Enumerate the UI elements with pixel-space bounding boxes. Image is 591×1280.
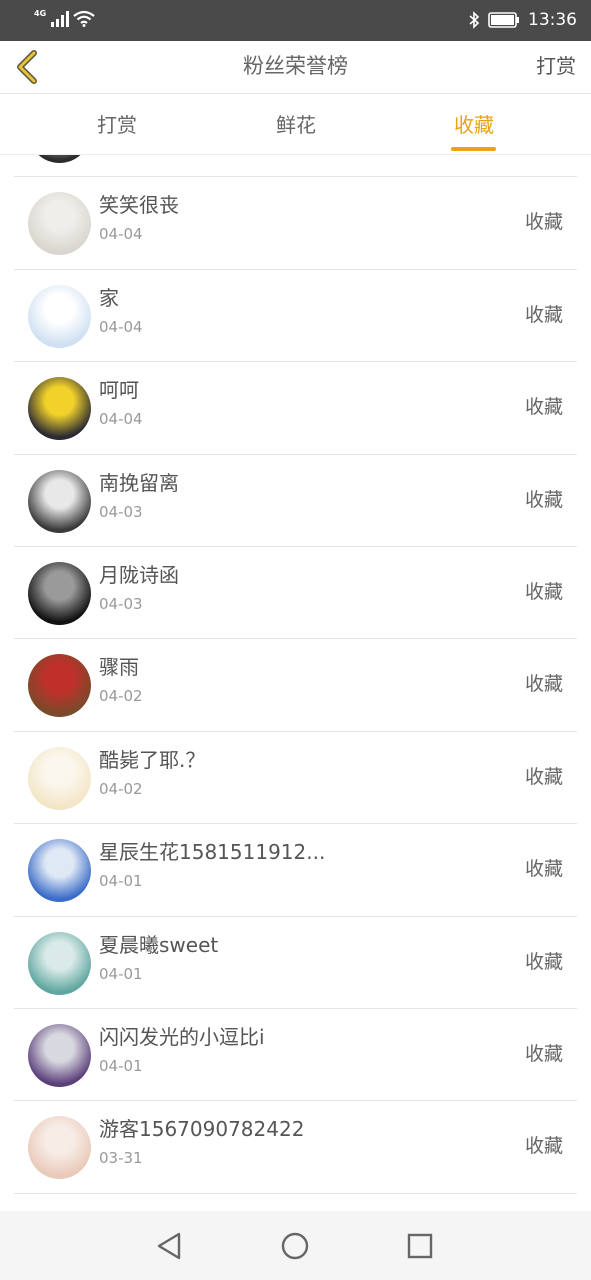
avatar[interactable] (28, 1116, 91, 1180)
fan-date: 04-01 (99, 964, 143, 983)
active-tab-indicator (451, 147, 496, 151)
fan-date: 04-02 (99, 779, 143, 798)
fan-row[interactable]: 呵呵 04-04 收藏 (14, 362, 577, 455)
title-bar: 粉丝荣誉榜 打赏 (0, 41, 591, 94)
fan-action-label: 收藏 (524, 580, 563, 603)
avatar[interactable] (28, 931, 91, 995)
fan-date: 04-03 (99, 594, 143, 613)
fan-name: 酷毙了耶.？ (99, 747, 206, 772)
bluetooth-icon (469, 11, 480, 29)
tab-flowers[interactable]: 鲜花 (256, 111, 336, 139)
nav-home-button[interactable] (278, 1229, 312, 1263)
fan-row[interactable]: 酷毙了耶.？ 04-02 收藏 (14, 732, 577, 825)
fan-date: 04-01 (99, 872, 143, 891)
fan-action-label: 收藏 (524, 673, 563, 696)
fan-name: 夏晨曦sweet (99, 932, 219, 957)
fan-row[interactable]: 星辰生花1581511912... 04-01 收藏 (14, 824, 577, 917)
fan-date: 04-03 (99, 502, 143, 521)
avatar[interactable] (28, 839, 91, 903)
network-type: 4G (34, 9, 47, 18)
fan-action-label: 收藏 (524, 858, 563, 881)
square-recents-icon (407, 1233, 433, 1259)
fan-date: 04-02 (99, 687, 143, 706)
system-nav-bar (0, 1211, 591, 1280)
fan-name: 闪闪发光的小逗比i (99, 1024, 265, 1049)
page-title: 粉丝荣誉榜 (243, 54, 348, 78)
nav-back-button[interactable] (152, 1229, 186, 1263)
fan-row[interactable]: 游客158072807072304-05收藏 (14, 155, 577, 178)
avatar[interactable] (28, 192, 91, 256)
avatar[interactable] (28, 1023, 91, 1087)
fan-name: 星辰生花1581511912... (99, 840, 326, 865)
status-time: 13:36 (528, 10, 577, 30)
fan-row[interactable]: 笑笑很丧 04-04 收藏 (14, 177, 577, 270)
avatar[interactable] (28, 654, 91, 718)
fan-action-label: 收藏 (524, 1135, 563, 1158)
wifi-icon (73, 10, 95, 27)
fan-date: 04-04 (99, 410, 143, 429)
fan-row[interactable]: 南挽留离 04-03 收藏 (14, 455, 577, 547)
nav-recents-button[interactable] (403, 1229, 437, 1263)
fan-date: 03-31 (99, 1149, 143, 1168)
fan-action-label: 收藏 (524, 211, 563, 234)
fan-row[interactable]: 闪闪发光的小逗比i 04-01 收藏 (14, 1009, 577, 1102)
fan-date: 04-04 (99, 317, 143, 336)
reward-button[interactable]: 打赏 (536, 52, 576, 80)
tab-bar: 打赏 鲜花 收藏 (0, 95, 591, 155)
fan-name: 呵呵 (99, 378, 139, 403)
fan-name: 家 (99, 285, 119, 310)
fan-row[interactable]: 月陇诗函 04-03 收藏 (14, 547, 577, 640)
fan-list-content: 游客158072807072304-05收藏笑笑很丧04-04收藏家04-04收… (0, 155, 591, 1194)
signal-icon (51, 11, 70, 27)
fan-row[interactable]: 夏晨曦sweet 04-01 收藏 (14, 917, 577, 1009)
status-bar: 4G 13:36 (0, 0, 591, 41)
fan-name: 南挽留离 (99, 470, 179, 495)
fan-name: 月陇诗函 (99, 562, 179, 587)
fan-row[interactable]: 家 04-04 收藏 (14, 270, 577, 363)
fan-date: 04-01 (99, 1056, 143, 1075)
avatar[interactable] (28, 561, 91, 625)
fan-action-label: 收藏 (524, 950, 563, 973)
status-left: 4G (34, 10, 95, 27)
avatar[interactable] (28, 469, 91, 533)
tab-reward[interactable]: 打赏 (77, 111, 157, 139)
status-right: 13:36 (468, 9, 577, 31)
circle-home-icon (281, 1232, 309, 1260)
tab-favorites[interactable]: 收藏 (434, 111, 514, 139)
fan-action-label: 收藏 (524, 765, 563, 788)
fan-row[interactable]: 游客1567090782422 03-31 收藏 (14, 1101, 577, 1194)
avatar[interactable] (28, 155, 91, 163)
fan-action-label: 收藏 (524, 1042, 563, 1065)
avatar[interactable] (28, 284, 91, 348)
fan-action-label: 收藏 (524, 303, 563, 326)
fan-list[interactable]: 游客158072807072304-05收藏笑笑很丧04-04收藏家04-04收… (0, 155, 591, 1211)
fan-date: 04-04 (99, 225, 143, 244)
triangle-back-icon (157, 1232, 181, 1260)
fan-row[interactable]: 骤雨 04-02 收藏 (14, 639, 577, 732)
fan-action-label: 收藏 (524, 396, 563, 419)
fan-name: 笑笑很丧 (99, 193, 179, 218)
battery-icon (488, 12, 519, 28)
avatar[interactable] (28, 377, 91, 441)
fan-name: 游客1567090782422 (99, 1117, 305, 1142)
avatar[interactable] (28, 746, 91, 810)
fan-action-label: 收藏 (524, 488, 563, 511)
fan-name: 骤雨 (99, 655, 139, 680)
